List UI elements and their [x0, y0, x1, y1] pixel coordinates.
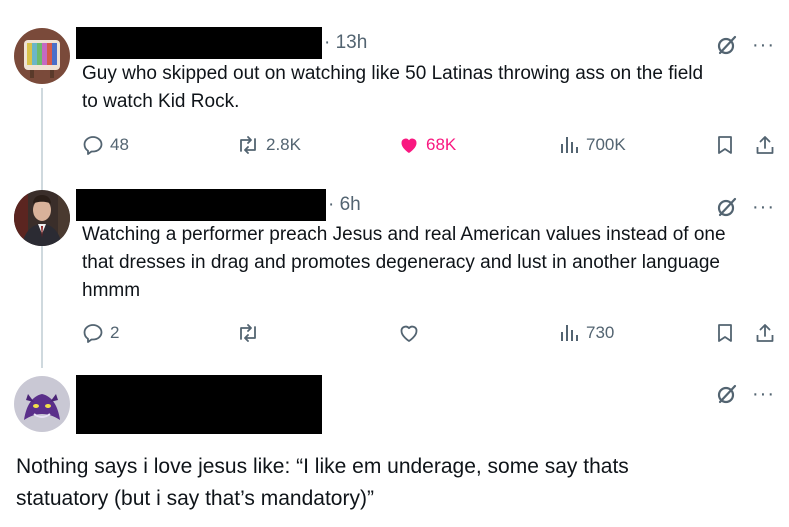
repost-icon	[236, 134, 260, 156]
more-icon[interactable]: ···	[752, 384, 775, 404]
bookmark-icon	[714, 322, 736, 344]
tweet-2-top-icons: ···	[716, 196, 775, 218]
redacted-username-1	[76, 27, 322, 59]
like-icon	[398, 322, 420, 344]
tweet-2-text-line-2: that dresses in drag and promotes degene…	[82, 252, 720, 273]
reply-icon	[82, 322, 104, 344]
redacted-username-3	[76, 375, 322, 434]
share-icon	[754, 322, 776, 344]
tweet-1-top-icons: ···	[716, 34, 775, 56]
grok-icon[interactable]	[716, 383, 738, 405]
tweet-2-actions: 2 730	[82, 322, 782, 350]
tweet-1-time[interactable]: · 13h	[324, 32, 367, 54]
repost-icon	[236, 322, 260, 344]
purple-creature-avatar-image	[14, 376, 70, 432]
tweet-2-time[interactable]: · 6h	[328, 194, 361, 216]
bookmark-icon	[714, 134, 736, 156]
tweet-3-text-line-1: Nothing says i love jesus like: “I like …	[16, 455, 629, 478]
bookmark-button[interactable]	[714, 322, 736, 344]
reply-count: 2	[110, 323, 120, 342]
views-icon	[558, 134, 580, 156]
reply-count: 48	[110, 135, 129, 154]
views-icon	[558, 322, 580, 344]
avatar-tweet-2[interactable]	[14, 190, 70, 246]
tweet-2-text-line-1: Watching a performer preach Jesus and re…	[82, 224, 726, 245]
tweet-1-actions: 48 2.8K 68K 700K	[82, 134, 782, 162]
like-icon	[398, 134, 420, 156]
tweet-1-text: Guy who skipped out on watching like 50 …	[82, 60, 782, 116]
man-in-suit-avatar-image	[14, 190, 70, 246]
grok-icon[interactable]	[716, 34, 738, 56]
redacted-username-2	[76, 189, 326, 221]
tweet-3-text-line-2: statuatory (but i say that’s mandatory)”	[16, 487, 374, 510]
reply-button[interactable]: 48	[82, 134, 129, 156]
tweet-3-top-icons: ···	[716, 383, 775, 405]
grok-icon[interactable]	[716, 196, 738, 218]
share-button[interactable]	[754, 322, 776, 344]
tweet-1-text-line-1: Guy who skipped out on watching like 50 …	[82, 63, 704, 84]
tweet-1-text-line-2: to watch Kid Rock.	[82, 91, 240, 112]
reply-icon	[82, 134, 104, 156]
more-icon[interactable]: ···	[752, 197, 775, 217]
repost-button[interactable]: 2.8K	[236, 134, 301, 156]
more-icon[interactable]: ···	[752, 35, 775, 55]
tweet-2-text-line-3: hmmm	[82, 280, 141, 301]
avatar-tweet-3[interactable]	[14, 376, 70, 432]
tweet-3-text: Nothing says i love jesus like: “I like …	[16, 451, 776, 515]
like-button[interactable]: 68K	[398, 134, 456, 156]
views-count: 730	[586, 323, 615, 342]
tv-avatar-image	[14, 28, 70, 84]
views-count: 700K	[586, 135, 626, 154]
views-button[interactable]: 730	[558, 322, 614, 344]
tweet-2-text: Watching a performer preach Jesus and re…	[82, 221, 782, 305]
repost-button[interactable]	[236, 322, 266, 344]
share-button[interactable]	[754, 134, 776, 156]
share-icon	[754, 134, 776, 156]
like-count: 68K	[426, 135, 457, 154]
views-button[interactable]: 700K	[558, 134, 626, 156]
like-button[interactable]	[398, 322, 426, 344]
bookmark-button[interactable]	[714, 134, 736, 156]
avatar-tweet-1[interactable]	[14, 28, 70, 84]
repost-count: 2.8K	[266, 135, 301, 154]
reply-button[interactable]: 2	[82, 322, 119, 344]
